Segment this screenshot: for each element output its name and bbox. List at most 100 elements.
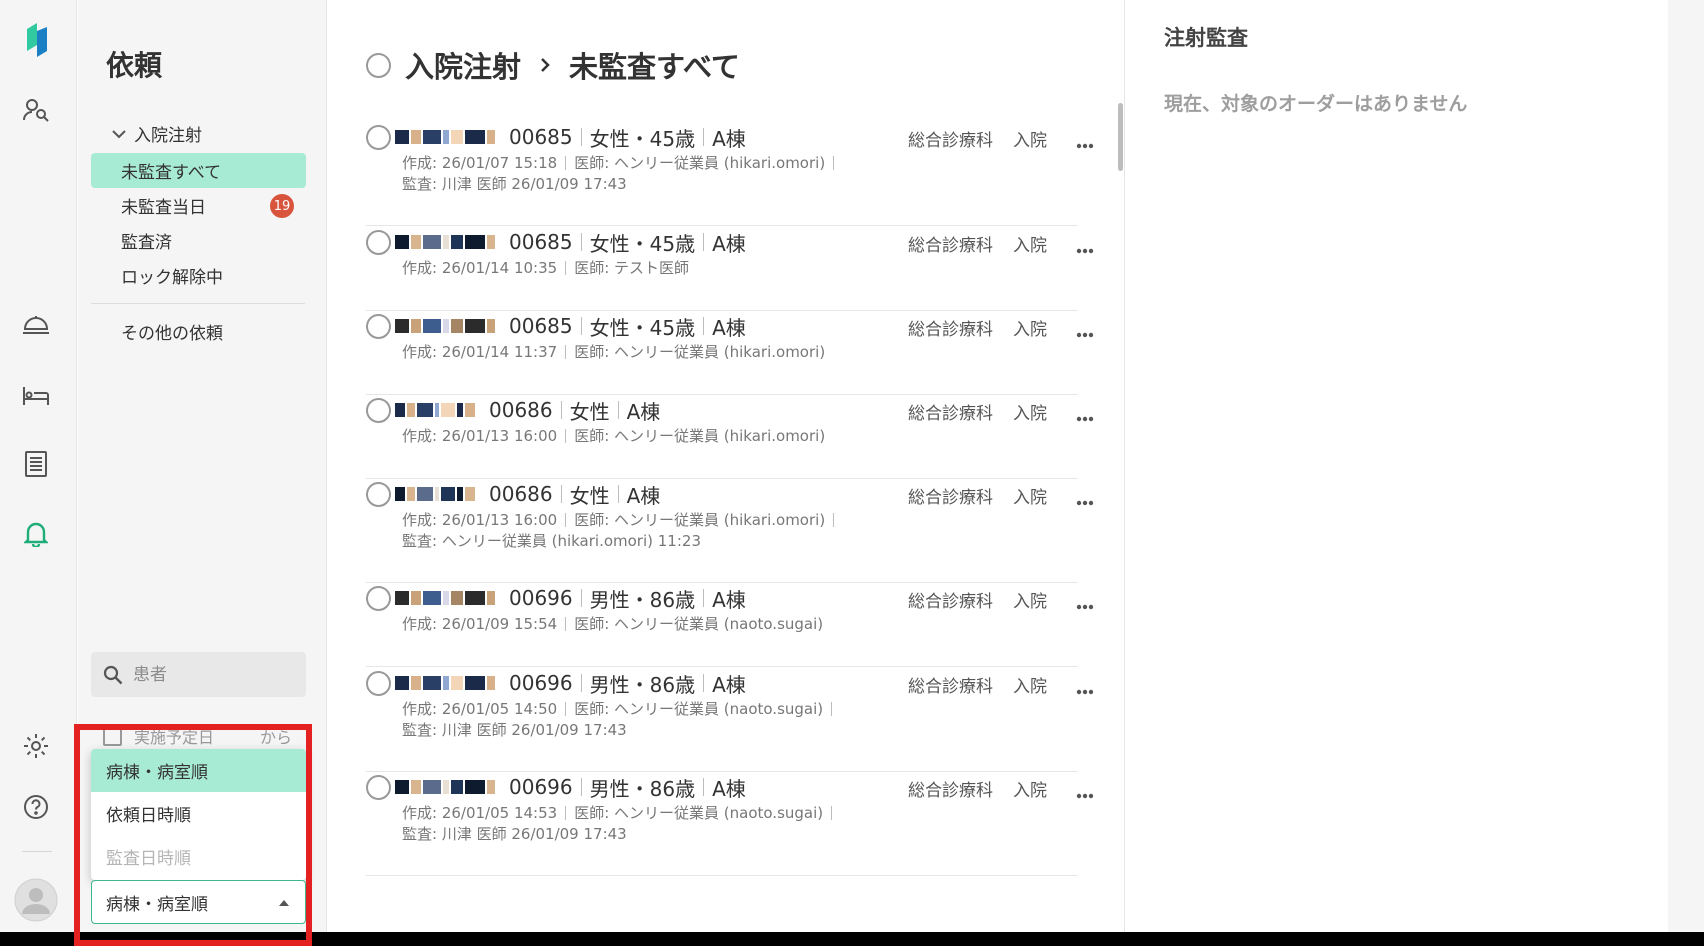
redaction-block — [395, 319, 409, 333]
patient-search-icon[interactable] — [20, 94, 52, 126]
order-select-radio[interactable] — [366, 313, 391, 339]
patient-search-input[interactable] — [133, 664, 283, 685]
order-select-radio[interactable] — [366, 774, 391, 800]
patient-ward: A棟 — [626, 399, 661, 424]
sidebar-item-label: 監査済 — [121, 233, 172, 253]
sort-select-value: 病棟・病室順 — [106, 894, 208, 915]
order-select-radio[interactable] — [366, 229, 391, 255]
document-list-icon[interactable] — [20, 448, 52, 480]
order-row[interactable]: 00696 男性・86歳 A棟 総合診療科 入院 作成: 26/01/05 14:50 医師… — [366, 668, 1094, 772]
more-menu-icon[interactable] — [1076, 780, 1094, 804]
gear-icon[interactable] — [20, 730, 52, 762]
order-kind: 入院 — [1013, 131, 1047, 151]
date-filter-checkbox[interactable] — [103, 726, 122, 746]
redaction-block — [465, 319, 485, 333]
patient-search-box[interactable] — [91, 652, 306, 697]
created-at: 作成: 26/01/14 11:37 — [402, 343, 558, 361]
more-menu-icon[interactable] — [1076, 319, 1094, 343]
more-menu-icon[interactable] — [1076, 235, 1094, 259]
patient-id: 00696 — [509, 775, 573, 799]
sort-option-audit-date: 監査日時順 — [106, 849, 191, 869]
order-row[interactable]: 00685 女性・45歳 A棟 総合診療科 入院 作成: 26/01/14 11:37 医師… — [366, 311, 1094, 395]
audit-panel: 注射監査 現在、対象のオーダーはありません — [1124, 0, 1668, 932]
sidebar-title: 依頼 — [106, 49, 163, 82]
redaction-block — [411, 319, 421, 333]
breadcrumb-parent[interactable]: 入院注射 — [405, 44, 521, 86]
redaction-block — [457, 487, 463, 501]
created-at: 作成: 26/01/13 16:00 — [402, 427, 558, 445]
redaction-block — [487, 319, 495, 333]
order-kind: 入院 — [1013, 320, 1047, 340]
order-kind: 入院 — [1013, 677, 1047, 697]
meta-separator — [580, 317, 582, 335]
order-row[interactable]: 00696 男性・86歳 A棟 総合診療科 入院 作成: 26/01/09 15:54 医師… — [366, 583, 1094, 667]
chevron-right-icon — [541, 58, 550, 72]
order-row[interactable]: 00685 女性・45歳 A棟 総合診療科 入院 作成: 26/01/07 15:18 医師… — [366, 122, 1094, 226]
sidebar-item-other-requests[interactable]: その他の依頼 — [91, 314, 306, 349]
sort-option-request-date[interactable]: 依頼日時順 — [91, 792, 306, 835]
order-row[interactable]: 00685 女性・45歳 A棟 総合診療科 入院 作成: 26/01/14 10:35 医師… — [366, 227, 1094, 311]
bed-icon[interactable] — [20, 380, 52, 412]
redaction-block — [423, 130, 441, 144]
patient-name-redacted — [395, 672, 497, 694]
redaction-block — [457, 403, 463, 417]
patient-meta: 00685 女性・45歳 A棟 — [509, 312, 746, 341]
redaction-block — [451, 319, 463, 333]
order-select-radio[interactable] — [366, 124, 391, 150]
created-at: 作成: 26/01/09 15:54 — [402, 615, 558, 633]
scrollbar-thumb[interactable] — [1118, 103, 1123, 171]
meta-separator — [580, 233, 582, 251]
order-select-radio[interactable] — [366, 670, 391, 696]
patient-meta: 00686 女性 A棟 — [489, 396, 660, 425]
patient-sex: 男性・86歳 — [589, 672, 696, 697]
group-toggle-injection[interactable]: 入院注射 — [112, 121, 202, 146]
patient-meta: 00696 男性・86歳 A棟 — [509, 584, 746, 613]
sort-option-ward[interactable]: 病棟・病室順 — [91, 749, 306, 792]
help-icon[interactable] — [20, 791, 52, 823]
breadcrumb-current: 未監査すべて — [569, 50, 740, 84]
sidebar-item-unaudited-all[interactable]: 未監査すべて — [91, 153, 306, 188]
app-logo-icon[interactable] — [20, 23, 52, 57]
order-select-radio[interactable] — [366, 585, 391, 611]
meta-separator — [703, 674, 705, 692]
breadcrumb: 入院注射 未監査すべて — [366, 44, 740, 86]
redaction-block — [441, 487, 455, 501]
sidebar-item-unaudited-today[interactable]: 未監査当日 19 — [91, 188, 306, 223]
patient-id: 00686 — [489, 398, 553, 422]
meta-separator — [703, 778, 705, 796]
order-row[interactable]: 00686 女性 A棟 総合診療科 入院 作成: 26/01/13 16:00 医師: ヘン… — [366, 479, 1094, 583]
detail-separator — [565, 512, 567, 527]
more-menu-icon[interactable] — [1076, 130, 1094, 154]
sidebar-item-unlocked[interactable]: ロック解除中 — [91, 258, 306, 293]
order-select-radio[interactable] — [366, 397, 391, 423]
order-row[interactable]: 00696 男性・86歳 A棟 総合診療科 入院 作成: 26/01/05 14:53 医師… — [366, 772, 1094, 876]
more-menu-icon[interactable] — [1076, 403, 1094, 427]
redaction-block — [487, 591, 495, 605]
patient-id: 00696 — [509, 671, 573, 695]
redaction-block — [465, 130, 485, 144]
caret-up-icon — [279, 900, 289, 906]
bell-icon[interactable] — [20, 518, 52, 550]
redaction-block — [451, 676, 463, 690]
order-kind: 入院 — [1013, 592, 1047, 612]
sidebar-item-label: 未監査当日 — [121, 198, 206, 218]
order-select-radio[interactable] — [366, 481, 391, 507]
patient-name-redacted — [395, 776, 497, 798]
more-menu-icon[interactable] — [1076, 591, 1094, 615]
sort-dropdown-menu: 病棟・病室順 依頼日時順 監査日時順 — [91, 749, 306, 880]
sort-select[interactable]: 病棟・病室順 — [91, 880, 306, 924]
select-all-radio[interactable] — [366, 52, 391, 78]
redaction-block — [395, 235, 409, 249]
window-edge — [1668, 0, 1704, 932]
sidebar-item-audited[interactable]: 監査済 — [91, 223, 306, 258]
empty-message: 現在、対象のオーダーはありません — [1164, 93, 1468, 115]
redaction-block — [407, 403, 415, 417]
detail-separator — [833, 512, 835, 527]
meal-service-icon[interactable] — [20, 308, 52, 340]
more-menu-icon[interactable] — [1076, 487, 1094, 511]
redaction-block — [435, 487, 439, 501]
avatar[interactable] — [14, 878, 58, 922]
more-menu-icon[interactable] — [1076, 676, 1094, 700]
meta-separator — [580, 589, 582, 607]
order-row[interactable]: 00686 女性 A棟 総合診療科 入院 作成: 26/01/13 16:00 医師: ヘン… — [366, 395, 1094, 479]
